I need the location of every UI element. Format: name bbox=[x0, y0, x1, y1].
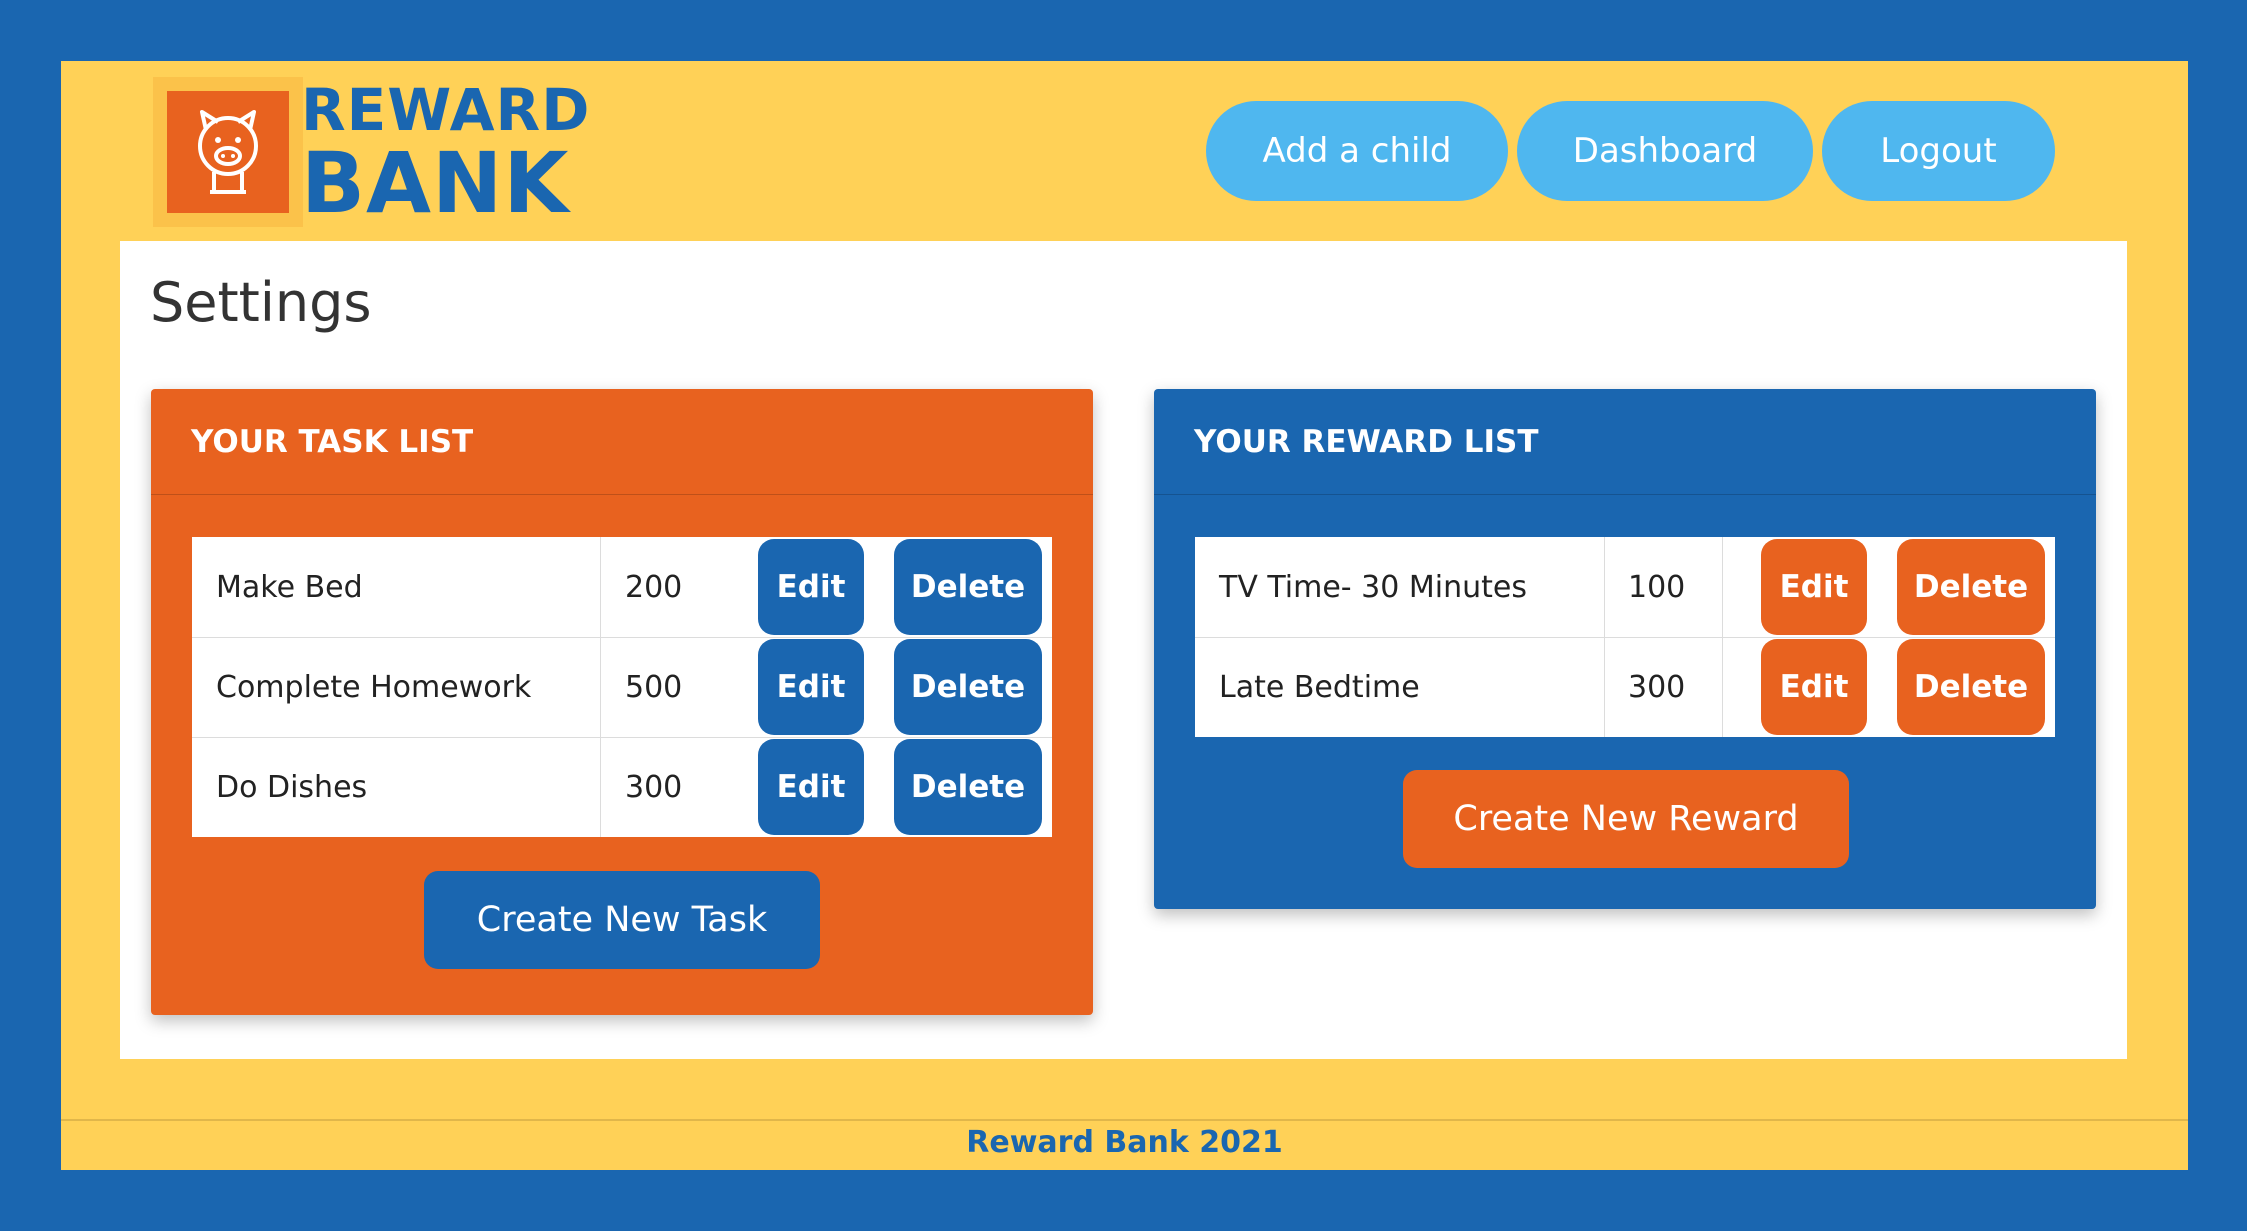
task-table: Make Bed 200 Edit Delete Complete Homewo… bbox=[192, 537, 1052, 837]
page-title: Settings bbox=[150, 271, 372, 334]
table-row: Make Bed 200 Edit Delete bbox=[192, 537, 1052, 637]
edit-task-button[interactable]: Edit bbox=[758, 539, 864, 635]
footer-copyright: Reward Bank 2021 bbox=[966, 1125, 1283, 1160]
add-child-button[interactable]: Add a child bbox=[1206, 101, 1508, 201]
task-list-header: YOUR TASK LIST bbox=[151, 389, 1093, 495]
table-row: Complete Homework 500 Edit Delete bbox=[192, 637, 1052, 737]
table-row: TV Time- 30 Minutes 100 Edit Delete bbox=[1195, 537, 2055, 637]
table-row: Do Dishes 300 Edit Delete bbox=[192, 737, 1052, 837]
task-points: 300 bbox=[625, 769, 683, 805]
app-frame: REWARD BANK Add a child Dashboard Logout… bbox=[61, 61, 2188, 1170]
brand-wordmark: REWARD BANK bbox=[301, 81, 590, 225]
delete-task-button[interactable]: Delete bbox=[894, 739, 1042, 835]
reward-name: Late Bedtime bbox=[1219, 669, 1420, 705]
edit-reward-button[interactable]: Edit bbox=[1761, 639, 1867, 735]
footer-divider bbox=[61, 1119, 2188, 1121]
reward-points: 100 bbox=[1628, 569, 1686, 605]
task-list-card: YOUR TASK LIST Make Bed 200 Edit Delete … bbox=[151, 389, 1093, 1015]
reward-table: TV Time- 30 Minutes 100 Edit Delete Late… bbox=[1195, 537, 2055, 737]
task-points: 200 bbox=[625, 569, 683, 605]
delete-reward-button[interactable]: Delete bbox=[1897, 639, 2045, 735]
reward-points: 300 bbox=[1628, 669, 1686, 705]
piggy-bank-icon bbox=[167, 91, 289, 213]
brand-line1: REWARD bbox=[301, 76, 591, 144]
delete-task-button[interactable]: Delete bbox=[894, 539, 1042, 635]
edit-task-button[interactable]: Edit bbox=[758, 739, 864, 835]
create-reward-button[interactable]: Create New Reward bbox=[1403, 770, 1849, 868]
delete-task-button[interactable]: Delete bbox=[894, 639, 1042, 735]
site-header: REWARD BANK Add a child Dashboard Logout bbox=[61, 61, 2188, 241]
table-row: Late Bedtime 300 Edit Delete bbox=[1195, 637, 2055, 737]
delete-reward-button[interactable]: Delete bbox=[1897, 539, 2045, 635]
create-task-button[interactable]: Create New Task bbox=[424, 871, 820, 969]
task-name: Complete Homework bbox=[216, 669, 532, 705]
dashboard-button[interactable]: Dashboard bbox=[1517, 101, 1813, 201]
task-name: Do Dishes bbox=[216, 769, 368, 805]
brand-logo[interactable] bbox=[153, 77, 303, 227]
edit-reward-button[interactable]: Edit bbox=[1761, 539, 1867, 635]
reward-list-header: YOUR REWARD LIST bbox=[1154, 389, 2096, 495]
edit-task-button[interactable]: Edit bbox=[758, 639, 864, 735]
settings-panel: Settings YOUR TASK LIST Make Bed 200 Edi… bbox=[120, 241, 2127, 1059]
brand-line2: BANK bbox=[301, 134, 570, 232]
task-name: Make Bed bbox=[216, 569, 363, 605]
task-points: 500 bbox=[625, 669, 683, 705]
reward-name: TV Time- 30 Minutes bbox=[1219, 569, 1527, 605]
reward-list-card: YOUR REWARD LIST TV Time- 30 Minutes 100… bbox=[1154, 389, 2096, 909]
logout-button[interactable]: Logout bbox=[1822, 101, 2055, 201]
